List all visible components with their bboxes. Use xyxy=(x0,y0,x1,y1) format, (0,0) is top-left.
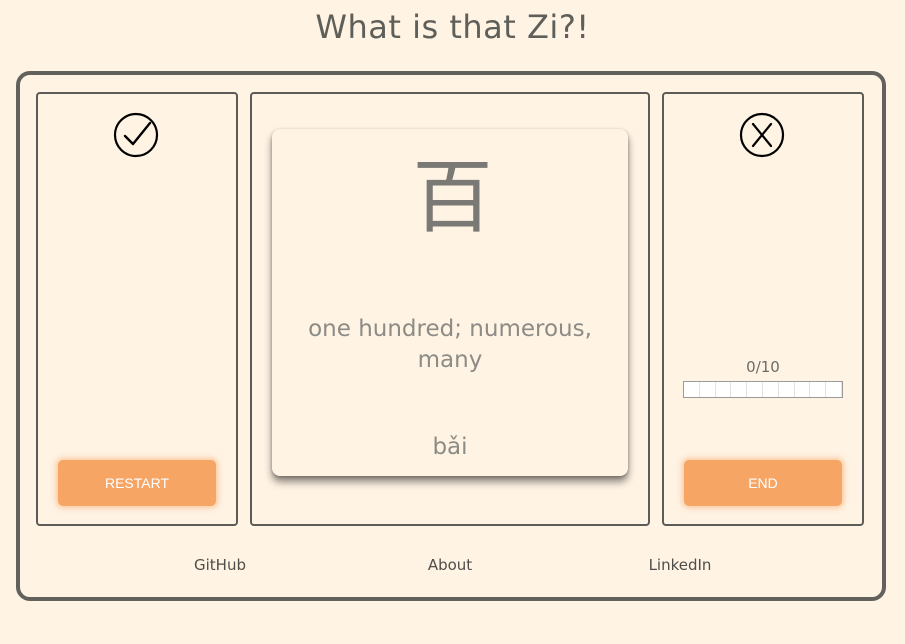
progress-counter: 0/10 xyxy=(746,358,780,376)
card-pinyin: bǎi xyxy=(432,434,468,460)
page-title: What is that Zi?! xyxy=(315,8,590,46)
about-link[interactable]: About xyxy=(390,556,510,574)
card-meaning: one hundred; numerous, many xyxy=(308,316,592,373)
progress-bar xyxy=(683,381,843,398)
github-link[interactable]: GitHub xyxy=(160,556,280,574)
card-character: 百 xyxy=(412,151,493,244)
linkedin-link[interactable]: LinkedIn xyxy=(620,556,740,574)
restart-button[interactable]: RESTART xyxy=(58,460,216,506)
end-button[interactable]: END xyxy=(684,460,842,506)
